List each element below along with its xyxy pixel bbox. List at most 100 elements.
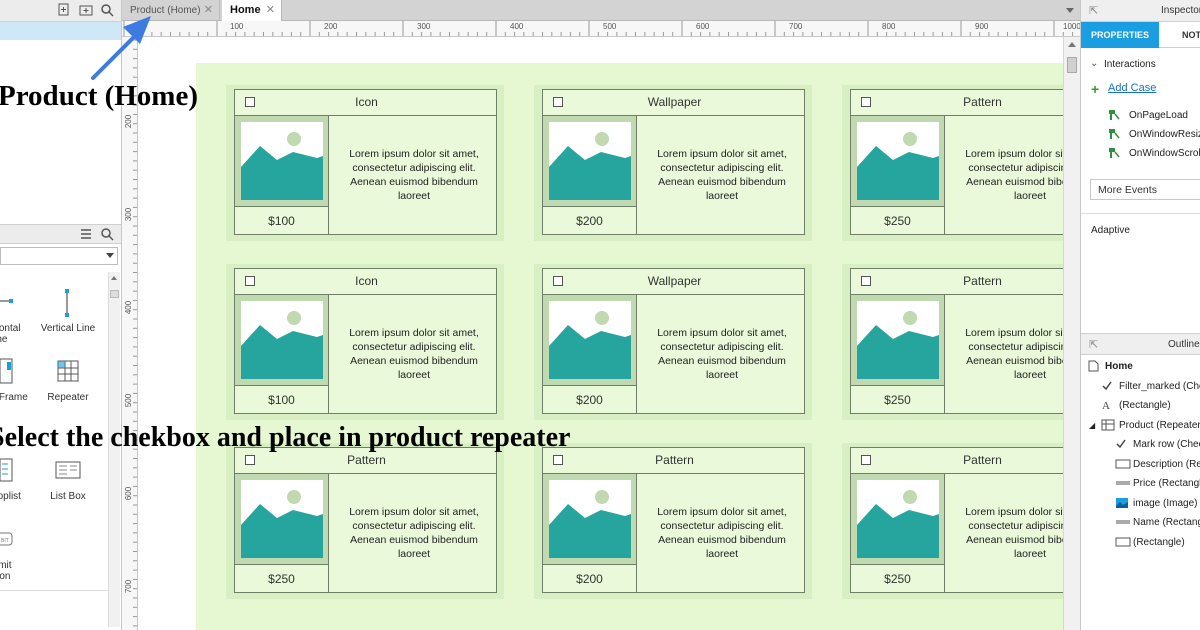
add-page-icon[interactable] <box>57 3 71 17</box>
event-item[interactable]: OnWindowScroll <box>1129 148 1200 159</box>
chevron-down-icon[interactable]: ⌄ <box>1090 58 1098 69</box>
image-icon <box>549 311 631 379</box>
image-frame <box>851 116 945 207</box>
description-text: Lorem ipsum dolor sit amet, consectetur … <box>965 506 1063 560</box>
vertical-ruler: 200 300 400 500 600 700 <box>122 37 138 630</box>
rectangle-icon <box>1115 458 1131 473</box>
product-card[interactable]: Icon $100 Lorem ipsum dolor sit amet, cons… <box>226 85 504 241</box>
card-title: Icon <box>355 95 378 109</box>
expand-icon[interactable]: ⇱ <box>1089 338 1098 351</box>
text-icon: A <box>1101 399 1113 414</box>
widget-search-icon[interactable] <box>100 227 114 241</box>
interactions-label: Interactions <box>1104 59 1156 70</box>
list-box-icon[interactable] <box>55 461 81 479</box>
add-case-link[interactable]: Add Case <box>1108 82 1156 94</box>
vertical-line-icon[interactable] <box>61 289 73 317</box>
card-body: $100 Lorem ipsum dolor sit amet, consecte… <box>234 115 497 235</box>
ruler-label: 500 <box>603 22 617 31</box>
product-card[interactable]: Icon $100 Lorem ipsum dolor sit amet, cons… <box>226 264 504 420</box>
scroll-up-icon[interactable] <box>111 276 117 280</box>
card-title: Wallpaper <box>647 274 702 288</box>
scroll-thumb[interactable] <box>1067 57 1077 73</box>
inspector-tabs: PROPERTIES NOTES <box>1081 22 1200 48</box>
image-frame <box>235 116 329 207</box>
outline-item[interactable]: (Rectangle) <box>1119 400 1171 411</box>
library-select[interactable] <box>0 247 118 265</box>
image-icon <box>857 311 939 379</box>
outline-item[interactable]: (Rectangle) <box>1133 537 1185 548</box>
outline-item[interactable]: Product (Repeater) <box>1119 420 1200 431</box>
outline-item[interactable]: Filter_marked (Checkbox) <box>1119 381 1200 392</box>
close-icon[interactable]: ✕ <box>266 0 275 21</box>
description-text: Lorem ipsum dolor sit amet, consectetur … <box>965 148 1063 202</box>
event-item[interactable]: OnWindowResize <box>1129 129 1200 140</box>
scroll-up-icon[interactable] <box>1068 42 1076 47</box>
card-header: Pattern <box>850 447 1063 474</box>
product-card[interactable]: Pattern$250Lorem ipsum dolor sit amet, c… <box>226 443 504 599</box>
checkmark-icon <box>1115 438 1127 453</box>
expand-triangle-icon[interactable]: ◢ <box>1089 421 1095 430</box>
overlay-instruction: Select the chekbox and place in product … <box>0 422 571 453</box>
image-icon <box>241 311 323 379</box>
outline-item[interactable]: Description (Rectangle) <box>1133 459 1200 470</box>
description-text: Lorem ipsum dolor sit amet, consectetur … <box>657 506 787 560</box>
event-icon <box>1108 147 1120 162</box>
tab-dropdown-icon[interactable] <box>1066 8 1074 13</box>
product-card[interactable]: Pattern$250Lorem ipsum dolor sit amet, c… <box>842 85 1063 241</box>
card-title: Pattern <box>655 453 694 467</box>
tab-notes[interactable]: NOTES <box>1161 22 1200 48</box>
tab-label: Home <box>230 4 261 16</box>
card-body: $200 Lorem ipsum dolor sit amet, consecte… <box>542 115 805 235</box>
svg-text:BIT: BIT <box>1 538 9 544</box>
product-card[interactable]: Wallpaper $200 Lorem ipsum dolor sit amet,… <box>534 85 812 241</box>
product-card[interactable]: Wallpaper $200 Lorem ipsum dolor sit amet,… <box>534 264 812 420</box>
design-canvas[interactable]: Icon $100 Lorem ipsum dolor sit amet, cons… <box>138 37 1063 630</box>
outline-item[interactable]: Name (Rectangle) <box>1133 517 1200 528</box>
droplist-icon[interactable] <box>0 458 14 482</box>
outline-item[interactable]: Mark row (Checkbox) <box>1133 439 1200 450</box>
image-icon <box>549 132 631 200</box>
add-icon[interactable]: + <box>1091 81 1099 97</box>
price-label: $250 <box>851 206 945 235</box>
product-card[interactable]: Pattern $200 Lorem ipsum dolor sit amet, c… <box>534 443 812 599</box>
image-placeholder <box>857 301 939 379</box>
image-placeholder <box>857 480 939 558</box>
event-item[interactable]: OnPageLoad <box>1129 110 1188 121</box>
checkmark-icon <box>1101 380 1113 395</box>
card-title: Icon <box>355 274 378 288</box>
horizontal-line-icon[interactable] <box>0 296 14 306</box>
line-icon <box>1115 516 1131 531</box>
outline-item[interactable]: Price (Rectangle) <box>1133 478 1200 489</box>
repeater-icon[interactable] <box>57 360 79 382</box>
submit-button-icon[interactable]: BIT <box>0 532 14 546</box>
image-frame <box>543 295 637 386</box>
card-header: Pattern <box>850 268 1063 295</box>
close-icon[interactable]: ✕ <box>204 0 213 21</box>
tab-home[interactable]: Home ✕ <box>222 0 282 21</box>
image-placeholder <box>549 480 631 558</box>
outline-item[interactable]: image (Image) <box>1133 498 1197 509</box>
menu-icon[interactable] <box>79 227 93 241</box>
ruler-label: 700 <box>789 22 803 31</box>
tab-properties[interactable]: PROPERTIES <box>1081 22 1159 48</box>
description-text: Lorem ipsum dolor sit amet, consectetur … <box>965 327 1063 381</box>
image-placeholder <box>241 480 323 558</box>
more-events-select[interactable]: More Events <box>1090 179 1200 200</box>
expand-icon[interactable]: ⇱ <box>1089 4 1098 17</box>
price-label: $200 <box>543 206 637 235</box>
description-text: Lorem ipsum dolor sit amet, consectetur … <box>349 148 479 202</box>
svg-text:A: A <box>1102 400 1110 411</box>
chevron-down-icon <box>106 253 114 258</box>
inline-frame-icon[interactable] <box>0 358 14 384</box>
ruler-label: 900 <box>975 22 989 31</box>
scroll-thumb[interactable] <box>110 290 119 298</box>
widget-label-vertical-line: Vertical Line <box>40 323 96 334</box>
repeater-icon <box>1101 419 1115 434</box>
canvas-scrollbar[interactable] <box>1063 37 1080 630</box>
ruler-ticks <box>123 21 1074 36</box>
product-card[interactable]: Pattern$250Lorem ipsum dolor sit amet, c… <box>842 264 1063 420</box>
card-header: Wallpaper <box>542 268 805 295</box>
product-card[interactable]: Pattern$250Lorem ipsum dolor sit amet, c… <box>842 443 1063 599</box>
outline-item[interactable]: Home <box>1105 361 1133 372</box>
ruler-label: 300 <box>124 207 134 222</box>
